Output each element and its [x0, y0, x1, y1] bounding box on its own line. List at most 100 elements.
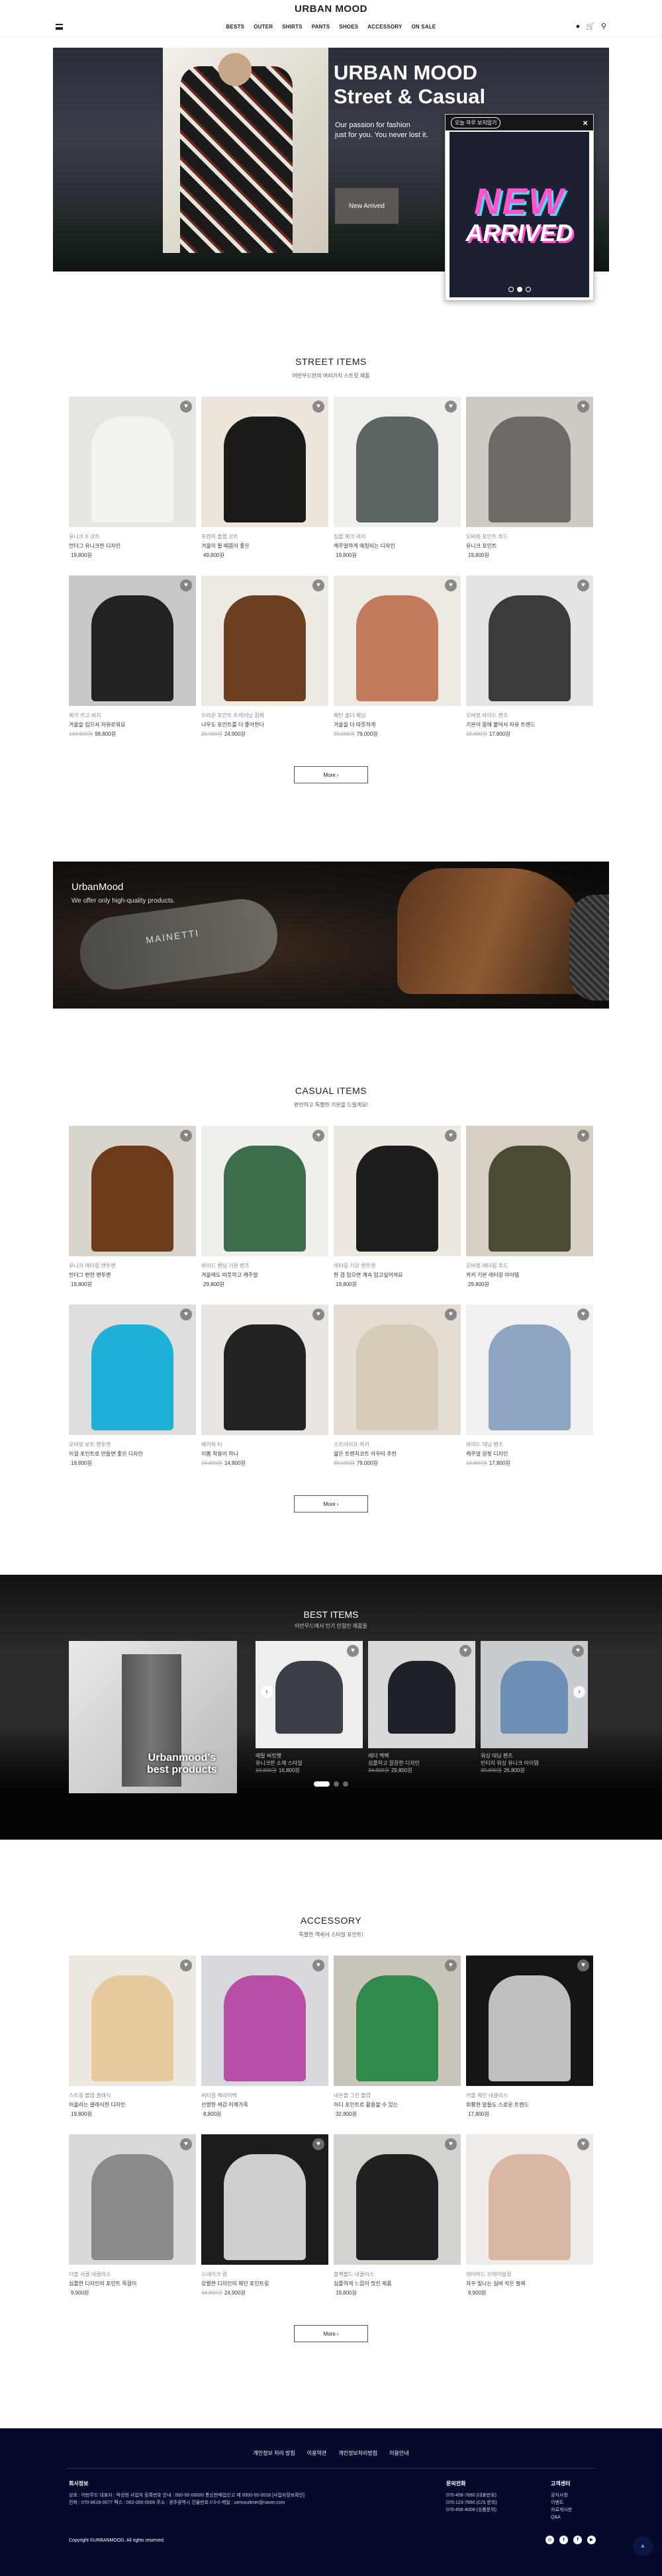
product-image[interactable]: ♥ [334, 2134, 461, 2265]
product-card[interactable]: ♥ 오버핏 레터링 후드 카키 기본 레터링 아이템 29,800원 [466, 1126, 593, 1305]
heart-icon[interactable]: ♥ [180, 2138, 192, 2150]
product-image[interactable]: ♥ [334, 1956, 461, 2086]
footer-link[interactable]: 개인정보처리방침 [338, 2450, 377, 2457]
cart-icon[interactable]: 🛒 [586, 23, 595, 30]
more-button[interactable]: More › [294, 2325, 368, 2342]
heart-icon[interactable]: ♥ [312, 1309, 324, 1320]
product-card[interactable]: ♥ 심플 체크 바지 캐주얼하게 매칭되는 디자인 19,800원 [334, 397, 461, 575]
more-button[interactable]: More › [294, 1495, 368, 1512]
heart-icon[interactable]: ♥ [312, 579, 324, 591]
product-image[interactable]: ♥ [69, 1305, 196, 1435]
heart-icon[interactable]: ♥ [180, 1309, 192, 1320]
heart-icon[interactable]: ♥ [577, 1309, 589, 1320]
product-card[interactable]: ♥ 네온볼 그린 볼캡 어디 포인트로 활용할 수 있는 32,800원 [334, 1956, 461, 2134]
product-card[interactable]: ♥ 유니크 레터링 맨투맨 언더그 편한 맨투맨 19,800원 [69, 1126, 196, 1305]
nav-shirts[interactable]: SHIRTS [282, 24, 303, 30]
heart-icon[interactable]: ♥ [445, 401, 457, 413]
nav-outer[interactable]: OUTER [254, 24, 273, 30]
slide-info[interactable]: 메탈 버킷햇 유니크한 소재 스타일 19,800원 16,800원 [256, 1752, 363, 1774]
product-image[interactable]: ♥ [466, 1305, 593, 1435]
product-card[interactable]: ♥ 스트링 볼캡 클래식 어울리는 클래식한 디자인 19,800원 [69, 1956, 196, 2134]
popup-dot-active[interactable] [516, 287, 522, 292]
heart-icon[interactable]: ♥ [180, 579, 192, 591]
product-card[interactable]: ♥ 베이직 티 이쁨 착용이 하나 24,800원 14,800원 [201, 1305, 328, 1483]
product-card[interactable]: ♥ 오버핏 포인트 후드 유니크 포인트 19,800원 [466, 397, 593, 575]
heart-icon[interactable]: ♥ [572, 1645, 584, 1657]
nav-on-sale[interactable]: ON SALE [411, 24, 436, 30]
twitter-icon[interactable]: t [559, 2536, 568, 2544]
slider-dot-active[interactable] [314, 1781, 330, 1787]
product-card[interactable]: ♥ 패턴 숄더 패딩 겨울을 더 따뜻하게 89,000원 79,000원 [334, 575, 461, 754]
heart-icon[interactable]: ♥ [312, 1959, 324, 1971]
brand-banner[interactable]: MAINETTI UrbanMood We offer only high-qu… [53, 862, 609, 1009]
product-card[interactable]: ♥ 블랙볼드 네클리스 심플하게 느낌이 멋진 제품 19,800원 [334, 2134, 461, 2313]
heart-icon[interactable]: ♥ [445, 1130, 457, 1142]
logo[interactable]: URBAN MOOD [0, 0, 662, 17]
nav-accessory[interactable]: ACCESSORY [367, 24, 402, 30]
slide-thumb[interactable]: ♥ [368, 1641, 475, 1748]
heart-icon[interactable]: ♥ [312, 2138, 324, 2150]
customer-center-link[interactable]: Q&A [551, 2514, 572, 2521]
scroll-top-button[interactable]: ▲ [633, 2536, 653, 2556]
product-card[interactable]: ♥ 버티컬 캐리어백 선명한 색감 어깨가죽 8,800원 [201, 1956, 328, 2134]
heart-icon[interactable]: ♥ [577, 579, 589, 591]
product-image[interactable]: ♥ [201, 1126, 328, 1256]
customer-center-link[interactable]: 자료게시판 [551, 2506, 572, 2514]
slider-dot[interactable] [334, 1781, 339, 1787]
search-icon[interactable]: ⚲ [601, 23, 606, 30]
hamburger-menu-icon[interactable] [56, 24, 63, 30]
product-card[interactable]: ♥ 와이드 밴딩 기본 팬츠 겨울에도 따뜻하고 캐주얼 29,800원 [201, 1126, 328, 1305]
product-image[interactable]: ♥ [466, 2134, 593, 2265]
product-card[interactable]: ♥ 스트라이프 카키 얇은 트렌치코트 아우터 추천 89,000원 79,000원 [334, 1305, 461, 1483]
instagram-icon[interactable]: ◎ [545, 2536, 554, 2544]
product-image[interactable]: ♥ [466, 575, 593, 706]
best-feature-image[interactable]: Urbanmood's best products [69, 1641, 237, 1793]
product-card[interactable]: ♥ 레이어드 브레이슬릿 자꾸 빛나는 실버 작은 팔찌 9,900원 [466, 2134, 593, 2313]
popup-dot[interactable] [525, 287, 531, 292]
product-card[interactable]: ♥ 유니크 X 코트 언더그 유니크한 디자인 19,800원 [69, 397, 196, 575]
heart-icon[interactable]: ♥ [180, 1959, 192, 1971]
heart-icon[interactable]: ♥ [445, 2138, 457, 2150]
product-image[interactable]: ♥ [201, 2134, 328, 2265]
popup-dot[interactable] [508, 287, 514, 292]
product-card[interactable]: ♥ 체크 카고 바지 겨울을 입으셔 자유로워요 149,800원 98,800원 [69, 575, 196, 754]
product-image[interactable]: ♥ [334, 1126, 461, 1256]
footer-link[interactable]: 이용약관 [307, 2450, 326, 2457]
heart-icon[interactable]: ♥ [312, 401, 324, 413]
slider-prev-arrow-icon[interactable]: ‹ [261, 1686, 273, 1698]
heart-icon[interactable]: ♥ [577, 401, 589, 413]
nav-bests[interactable]: BESTS [226, 24, 245, 30]
heart-icon[interactable]: ♥ [347, 1645, 359, 1657]
heart-icon[interactable]: ♥ [445, 1959, 457, 1971]
product-card[interactable]: ♥ 프렌치 플랩 코트 겨울이 될 때쯤이 좋은 49,800원 [201, 397, 328, 575]
product-image[interactable]: ♥ [69, 397, 196, 527]
footer-link[interactable]: 개인정보 처리 방침 [253, 2450, 295, 2457]
heart-icon[interactable]: ♥ [445, 1309, 457, 1320]
popup-image[interactable]: NEW ARRIVED [449, 132, 589, 297]
product-image[interactable]: ♥ [334, 575, 461, 706]
close-icon[interactable]: × [583, 118, 588, 128]
heart-icon[interactable]: ♥ [577, 2138, 589, 2150]
heart-icon[interactable]: ♥ [459, 1645, 471, 1657]
heart-icon[interactable]: ♥ [312, 1130, 324, 1142]
heart-icon[interactable]: ♥ [180, 401, 192, 413]
product-card[interactable]: ♥ 오버핏 와이드 팬츠 기본이 몸에 붙어서 자유 트렌드 19,800원 17,80… [466, 575, 593, 754]
new-arrived-button[interactable]: New Arrived [335, 188, 399, 224]
heart-icon[interactable]: ♥ [445, 579, 457, 591]
product-image[interactable]: ♥ [201, 1305, 328, 1435]
product-image[interactable]: ♥ [69, 1956, 196, 2086]
product-image[interactable]: ♥ [466, 1956, 593, 2086]
product-card[interactable]: ♥ 오버핏 보트 맨투맨 이걸 포인트로 만들면 좋은 디자인 19,800원 [69, 1305, 196, 1483]
product-image[interactable]: ♥ [466, 397, 593, 527]
product-card[interactable]: ♥ 와이드 데님 팬츠 캐주얼 원핏 디자인 19,800원 17,800원 [466, 1305, 593, 1483]
nav-pants[interactable]: PANTS [312, 24, 330, 30]
heart-icon[interactable]: ♥ [577, 1959, 589, 1971]
user-icon[interactable]: ● [576, 23, 581, 30]
product-image[interactable]: ♥ [466, 1126, 593, 1256]
product-card[interactable]: ♥ 더블 서클 네클리스 심플한 디자인의 포인트 목걸이 9,900원 [69, 2134, 196, 2313]
product-image[interactable]: ♥ [201, 1956, 328, 2086]
product-card[interactable]: ♥ 커플 체인 네클리스 휘황한 알들도 스로운 트렌드 17,800원 [466, 1956, 593, 2134]
product-image[interactable]: ♥ [69, 1126, 196, 1256]
customer-center-link[interactable]: 이벤트 [551, 2499, 572, 2506]
customer-center-link[interactable]: 공지사항 [551, 2492, 572, 2499]
